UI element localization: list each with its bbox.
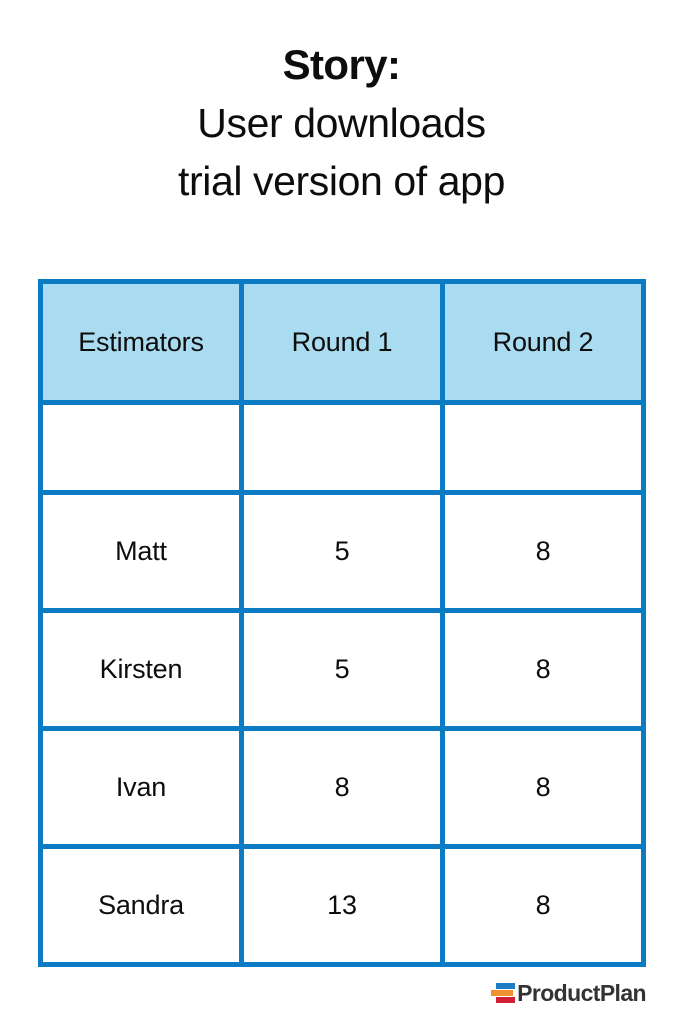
table-row: Sandra 13 8: [38, 844, 646, 967]
table-body: Matt 5 8 Kirsten 5 8 Ivan 8 8 Sandra 13 …: [38, 400, 646, 967]
table-row-empty: [38, 400, 646, 495]
cell-round-1-value: 13: [239, 844, 445, 967]
productplan-bars-icon: [491, 982, 516, 1004]
cell-estimator-name: Sandra: [38, 844, 244, 967]
cell-round-2-value: 8: [440, 490, 646, 613]
logo-bar-bottom: [496, 996, 516, 1003]
estimation-table-container: Estimators Round 1 Round 2 Matt 5 8 Kirs…: [38, 279, 646, 967]
table-header-row: Estimators Round 1 Round 2: [38, 279, 646, 405]
column-header-round-2: Round 2: [440, 279, 646, 405]
cell-empty-round-1: [239, 400, 445, 495]
table-header: Estimators Round 1 Round 2: [38, 279, 646, 405]
cell-round-1-value: 5: [239, 608, 445, 731]
page-title-line-1: Story:: [282, 41, 401, 88]
column-header-round-1: Round 1: [239, 279, 445, 405]
table-row: Matt 5 8: [38, 490, 646, 613]
table-row: Kirsten 5 8: [38, 608, 646, 731]
estimation-table: Estimators Round 1 Round 2 Matt 5 8 Kirs…: [38, 279, 646, 967]
logo-bar-top: [496, 982, 516, 989]
cell-round-2-value: 8: [440, 608, 646, 731]
cell-estimator-name: Kirsten: [38, 608, 244, 731]
cell-empty-round-2: [440, 400, 646, 495]
page-title-line-2: User downloads: [197, 100, 486, 146]
cell-round-1-value: 5: [239, 490, 445, 613]
cell-empty-estimator: [38, 400, 244, 495]
productplan-logo-text: ProductPlan: [517, 979, 646, 1006]
cell-estimator-name: Ivan: [38, 726, 244, 849]
cell-round-1-value: 8: [239, 726, 445, 849]
page-title: Story: User downloads trial version of a…: [0, 36, 683, 210]
cell-round-2-value: 8: [440, 726, 646, 849]
table-row: Ivan 8 8: [38, 726, 646, 849]
cell-round-2-value: 8: [440, 844, 646, 967]
cell-estimator-name: Matt: [38, 490, 244, 613]
productplan-logo: ProductPlan: [491, 979, 647, 1007]
logo-bar-middle: [491, 989, 514, 996]
column-header-estimators: Estimators: [38, 279, 244, 405]
page-title-line-3: trial version of app: [177, 158, 505, 204]
